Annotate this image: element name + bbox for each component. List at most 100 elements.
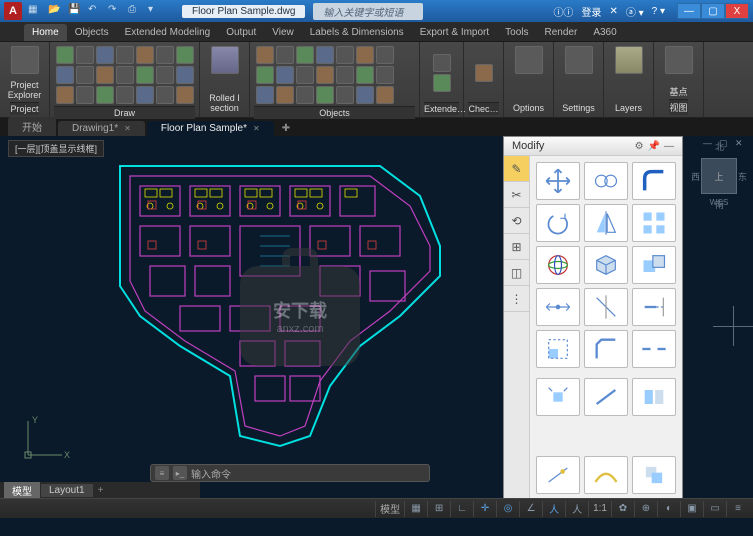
snap-toggle-icon[interactable]: ⊞ — [432, 502, 446, 516]
obj-tool-icon[interactable] — [336, 86, 354, 104]
ellipse-tool-icon[interactable] — [156, 46, 174, 64]
palette-pin-icon[interactable]: ⚙ — [635, 141, 644, 152]
revcloud-tool-icon[interactable] — [116, 86, 134, 104]
doc-tab-drawing1[interactable]: Drawing1*✕ — [58, 121, 145, 136]
obj-tool-icon[interactable] — [356, 86, 374, 104]
help2-icon[interactable]: ? ▾ — [652, 6, 665, 17]
xline-tool-icon[interactable] — [56, 86, 74, 104]
chec-tool-icon[interactable] — [475, 64, 493, 82]
arc-tool-icon[interactable] — [116, 46, 134, 64]
obj-tool-icon[interactable] — [276, 66, 294, 84]
modify-category-array-icon[interactable]: ⊞ — [504, 234, 529, 260]
polyline-tool-icon[interactable] — [76, 46, 94, 64]
qat-save-icon[interactable]: 💾 — [68, 4, 82, 18]
table-tool-icon[interactable] — [136, 66, 154, 84]
lengthen-tool[interactable] — [536, 456, 580, 494]
palette-menu-icon[interactable]: 📌 — [648, 141, 660, 152]
obj-tool-icon[interactable] — [256, 86, 274, 104]
ribbon-tab-labels[interactable]: Labels & Dimensions — [302, 24, 412, 41]
layout-tab-model[interactable]: 模型 — [4, 482, 40, 499]
3dmove-tool[interactable] — [584, 246, 628, 284]
hardware-icon[interactable]: ◐ — [662, 502, 676, 516]
obj-tool-icon[interactable] — [316, 66, 334, 84]
layers-icon[interactable] — [615, 46, 643, 74]
3dpoly-tool-icon[interactable] — [176, 86, 194, 104]
obj-tool-icon[interactable] — [256, 46, 274, 64]
help-icon[interactable]: ⓐ ▾ — [626, 4, 644, 19]
objects-panel-label[interactable]: Objects — [254, 106, 415, 119]
ext-tool-icon[interactable] — [433, 74, 451, 92]
chamfer-tool[interactable] — [584, 330, 628, 368]
ext-tool-icon[interactable] — [433, 54, 451, 72]
obj-tool-icon[interactable] — [336, 66, 354, 84]
move-tool[interactable] — [536, 162, 580, 200]
ribbon-tab-tools[interactable]: Tools — [497, 24, 536, 41]
join-tool[interactable] — [584, 378, 628, 416]
app-logo[interactable]: A — [4, 2, 22, 20]
search-input[interactable]: 输入关键字或短语 — [313, 3, 423, 20]
trim-tool[interactable] — [584, 288, 628, 326]
region-tool-icon[interactable] — [116, 66, 134, 84]
command-line[interactable]: ≡ ▸_ 输入命令 — [150, 464, 430, 482]
modify-category-solid-icon[interactable]: ◫ — [504, 260, 529, 286]
drawing-canvas[interactable]: [一层][顶盖显示线框] — ▢ ✕ — [0, 136, 753, 498]
copy-tool[interactable] — [632, 456, 676, 494]
qat-new-icon[interactable]: ▦ — [28, 4, 42, 18]
isolate-icon[interactable]: ▣ — [685, 502, 699, 516]
obj-tool-icon[interactable] — [296, 86, 314, 104]
ribbon-tab-view[interactable]: View — [264, 24, 302, 41]
ribbon-tab-home[interactable]: Home — [24, 24, 67, 41]
qat-redo-icon[interactable]: ↷ — [108, 4, 122, 18]
workspace-icon[interactable]: ⊕ — [639, 502, 653, 516]
project-panel-label[interactable]: Project — [10, 102, 38, 115]
stretch-tool[interactable] — [536, 288, 580, 326]
extend-tool[interactable] — [632, 288, 676, 326]
command-history-icon[interactable]: ≡ — [155, 466, 169, 480]
helix-tool-icon[interactable] — [156, 86, 174, 104]
align-tool[interactable] — [632, 378, 676, 416]
hatch-tool-icon[interactable] — [176, 46, 194, 64]
dyn-toggle-icon[interactable]: 人 — [547, 502, 561, 516]
rotate-tool[interactable] — [536, 204, 580, 242]
ribbon-tab-render[interactable]: Render — [537, 24, 586, 41]
donut-tool-icon[interactable] — [76, 86, 94, 104]
view-panel-label[interactable]: 视图 — [669, 99, 687, 115]
doc-tab-start[interactable]: 开始 — [8, 117, 56, 136]
lwt-toggle-icon[interactable]: 人 — [570, 502, 584, 516]
minimize-button[interactable]: — — [677, 3, 701, 19]
close-icon[interactable]: ✕ — [124, 124, 131, 133]
block-tool-icon[interactable] — [156, 66, 174, 84]
circle-tool-icon[interactable] — [96, 46, 114, 64]
command-prompt-icon[interactable]: ▸_ — [173, 466, 187, 480]
add-layout-button[interactable]: + — [94, 485, 108, 496]
modify-category-transform-icon[interactable]: ⟲ — [504, 208, 529, 234]
fillet-tool[interactable] — [632, 162, 676, 200]
base-icon[interactable] — [665, 46, 693, 74]
obj-tool-icon[interactable] — [256, 66, 274, 84]
ribbon-tab-output[interactable]: Output — [218, 24, 264, 41]
ortho-toggle-icon[interactable]: ∟ — [455, 502, 469, 516]
customize-icon[interactable]: ≡ — [731, 502, 745, 516]
modify-header[interactable]: Modify ⚙ 📌 — — [504, 137, 682, 156]
login-button[interactable]: 登录 — [581, 4, 601, 19]
layout-tab-layout1[interactable]: Layout1 — [41, 484, 93, 497]
maximize-button[interactable]: ▢ — [701, 3, 725, 19]
mirror-tool[interactable] — [584, 204, 628, 242]
obj-tool-icon[interactable] — [296, 46, 314, 64]
scale-tool[interactable] — [536, 330, 580, 368]
qat-open-icon[interactable]: 📂 — [48, 4, 62, 18]
clean-icon[interactable]: ▭ — [708, 502, 722, 516]
wipeout-tool-icon[interactable] — [136, 86, 154, 104]
status-model-button[interactable]: 模型 — [375, 501, 404, 517]
obj-tool-icon[interactable] — [376, 46, 394, 64]
palette-close-icon[interactable]: — — [664, 141, 674, 152]
ray-tool-icon[interactable] — [176, 66, 194, 84]
qat-more-icon[interactable]: ▾ — [148, 4, 162, 18]
close-icon[interactable]: ✕ — [253, 124, 260, 133]
ribbon-tab-extended-modeling[interactable]: Extended Modeling — [117, 24, 219, 41]
polar-toggle-icon[interactable]: ✛ — [478, 502, 492, 516]
grid-toggle-icon[interactable]: ▦ — [409, 502, 423, 516]
chec-panel-label[interactable]: Chec… — [468, 102, 499, 115]
edit-spline-tool[interactable] — [584, 456, 628, 494]
exchange-icon[interactable]: ✕ — [609, 6, 617, 17]
